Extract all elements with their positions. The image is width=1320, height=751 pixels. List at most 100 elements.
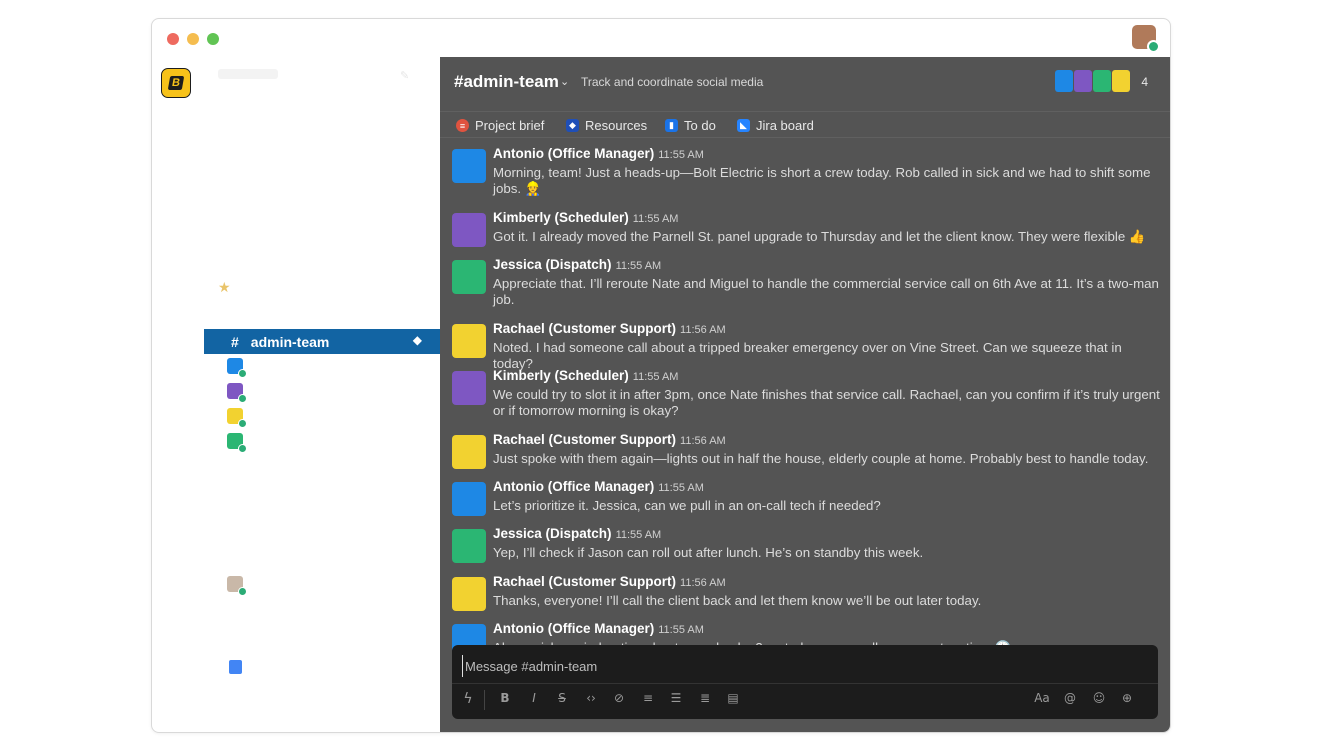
message-author[interactable]: Antonio (Office Manager) <box>493 146 654 161</box>
workspace-name-placeholder <box>218 69 278 79</box>
member-avatars[interactable] <box>1054 70 1130 92</box>
formatting-icon[interactable]: Aa <box>1034 691 1050 705</box>
message-text: Got it. I already moved the Parnell St. … <box>493 229 1146 244</box>
toolbar-divider <box>484 690 485 710</box>
avatar[interactable] <box>452 577 486 611</box>
shortcuts-icon[interactable]: ϟ <box>460 691 476 707</box>
message-text: Thanks, everyone! I’ll call the client b… <box>493 593 982 608</box>
message-time[interactable]: 11:55 AM <box>658 149 704 161</box>
message-author[interactable]: Rachael (Customer Support) <box>493 321 676 336</box>
message-text: Appreciate that. I’ll reroute Nate and M… <box>493 276 1159 307</box>
calendar-icon[interactable] <box>229 660 242 674</box>
chevron-down-icon[interactable]: ⌄ <box>560 75 569 88</box>
online-status-icon <box>1147 40 1160 53</box>
avatar[interactable] <box>452 482 486 516</box>
message-author[interactable]: Kimberly (Scheduler) <box>493 210 629 225</box>
message-text: Morning, team! Just a heads-up—Bolt Elec… <box>493 165 1151 196</box>
channel-topic: Track and coordinate social media <box>581 75 764 89</box>
avatar[interactable] <box>452 371 486 405</box>
link-icon[interactable]: ⊘ <box>611 691 627 705</box>
online-status-icon <box>238 394 247 403</box>
message-time[interactable]: 11:55 AM <box>616 529 662 541</box>
italic-icon[interactable]: I <box>526 691 542 705</box>
numbered-list-icon[interactable]: ≣ <box>697 691 713 705</box>
bookmarks-bar: ≡ Project brief ◆ Resources ▮ To do ◣ Ji… <box>440 111 1170 138</box>
online-status-icon <box>238 419 247 428</box>
maximize-window-button[interactable] <box>207 33 219 45</box>
message-time[interactable]: 11:55 AM <box>658 624 704 636</box>
message-text: Just spoke with them again—lights out in… <box>493 451 1149 466</box>
bold-icon[interactable]: B <box>497 691 513 705</box>
huddle-icon[interactable]: ◆ <box>413 333 422 347</box>
message-time[interactable]: 11:55 AM <box>616 260 662 272</box>
ordered-list-icon[interactable]: ≡ <box>640 691 656 705</box>
message-author[interactable]: Antonio (Office Manager) <box>493 479 654 494</box>
bulleted-list-icon[interactable]: ☰ <box>668 691 684 705</box>
bookmark-jira-board[interactable]: ◣ Jira board <box>737 118 814 133</box>
composer-divider <box>452 683 1158 684</box>
compose-icon[interactable]: ✎ <box>400 69 412 82</box>
message-time[interactable]: 11:56 AM <box>680 324 726 336</box>
workspace-logo-letter: B <box>167 76 185 90</box>
member-avatar <box>1055 70 1073 92</box>
online-status-icon <box>238 587 247 596</box>
bookmark-label: Project brief <box>475 118 545 133</box>
message-author[interactable]: Kimberly (Scheduler) <box>493 368 629 383</box>
close-window-button[interactable] <box>167 33 179 45</box>
dm-avatar-kimberly[interactable] <box>227 383 247 403</box>
bookmark-project-brief[interactable]: ≡ Project brief <box>456 118 544 133</box>
avatar[interactable] <box>452 260 486 294</box>
message-text: Yep, I’ll check if Jason can roll out af… <box>493 545 924 560</box>
message-author[interactable]: Rachael (Customer Support) <box>493 432 676 447</box>
message-list: Antonio (Office Manager) 11:55 AM Morning… <box>440 139 1170 664</box>
sidebar-item-admin-team[interactable]: # admin-team ◆ <box>204 329 440 354</box>
code-icon[interactable]: ‹› <box>583 691 599 705</box>
message-time[interactable]: 11:56 AM <box>680 435 726 447</box>
message-text: Let’s prioritize it. Jessica, can we pul… <box>493 498 881 513</box>
message-author[interactable]: Jessica (Dispatch) <box>493 257 612 272</box>
bookmark-to-do[interactable]: ▮ To do <box>665 118 716 133</box>
avatar[interactable] <box>452 435 486 469</box>
message-time[interactable]: 11:56 AM <box>680 577 726 589</box>
message-author[interactable]: Antonio (Office Manager) <box>493 621 654 636</box>
avatar[interactable] <box>452 213 486 247</box>
document-icon: ≡ <box>456 119 469 132</box>
online-status-icon <box>238 369 247 378</box>
message-text: We could try to slot it in after 3pm, on… <box>493 387 1160 418</box>
workspace-logo[interactable]: B <box>161 68 191 98</box>
avatar[interactable] <box>452 149 486 183</box>
user-avatar[interactable] <box>1132 25 1160 53</box>
dm-avatar-antonio[interactable] <box>227 358 247 378</box>
channel-header: #admin-team ⌄ Track and coordinate socia… <box>440 57 1170 112</box>
channel-hash-icon: # <box>231 333 239 350</box>
message-author[interactable]: Rachael (Customer Support) <box>493 574 676 589</box>
dm-avatar-person[interactable] <box>227 576 247 596</box>
mention-icon[interactable]: @ <box>1062 691 1078 705</box>
minimize-window-button[interactable] <box>187 33 199 45</box>
member-avatar <box>1093 70 1111 92</box>
channel-view: #admin-team ⌄ Track and coordinate socia… <box>440 57 1170 732</box>
dm-avatar-rachael[interactable] <box>227 408 247 428</box>
member-count[interactable]: 4 <box>1141 75 1148 89</box>
bookmark-label: Resources <box>585 118 648 133</box>
online-status-icon <box>238 444 247 453</box>
dropbox-icon: ◆ <box>566 119 579 132</box>
code-block-icon[interactable]: ▤ <box>725 691 741 705</box>
bookmark-label: To do <box>684 118 716 133</box>
jira-icon: ◣ <box>737 119 750 132</box>
message-time[interactable]: 11:55 AM <box>633 213 679 225</box>
strikethrough-icon[interactable]: S <box>554 691 570 705</box>
message-author[interactable]: Jessica (Dispatch) <box>493 526 612 541</box>
attach-icon[interactable]: ⊕ <box>1119 691 1135 705</box>
avatar[interactable] <box>452 529 486 563</box>
channel-title[interactable]: #admin-team <box>454 72 559 92</box>
message-time[interactable]: 11:55 AM <box>658 482 704 494</box>
avatar[interactable] <box>452 324 486 358</box>
message-input[interactable] <box>462 655 1147 677</box>
sidebar-item-label: admin-team <box>250 333 330 350</box>
dm-avatar-jessica[interactable] <box>227 433 247 453</box>
bookmark-resources[interactable]: ◆ Resources <box>566 118 647 133</box>
message-time[interactable]: 11:55 AM <box>633 371 679 383</box>
bookmark-label: Jira board <box>756 118 814 133</box>
emoji-icon[interactable]: ☺ <box>1091 691 1107 705</box>
